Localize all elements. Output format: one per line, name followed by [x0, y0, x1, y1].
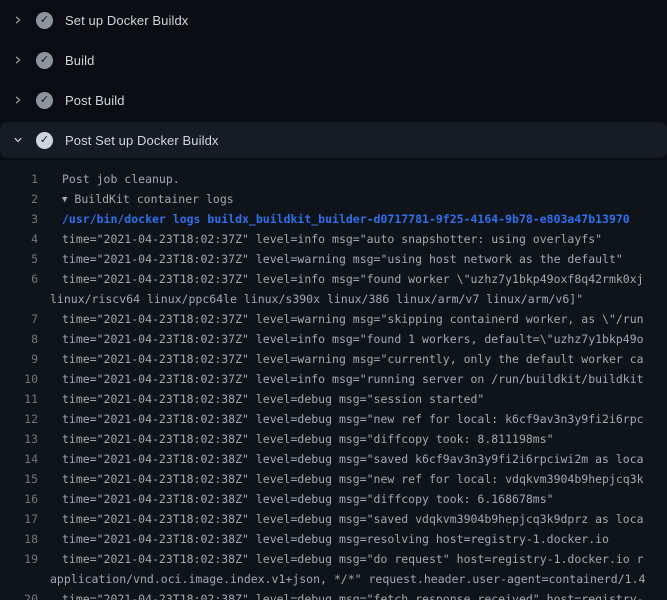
log-area: 1Post job cleanup.2 ▼ BuildKit container l…	[0, 160, 667, 600]
log-line-text: time="2021-04-23T18:02:38Z" level=debug …	[38, 389, 484, 409]
log-line-number[interactable]: 16	[0, 489, 38, 509]
log-line-number[interactable]: 17	[0, 509, 38, 529]
step-row-set-up-docker-buildx[interactable]: ✓ Set up Docker Buildx	[0, 0, 667, 40]
log-line-text: time="2021-04-23T18:02:37Z" level=info m…	[38, 329, 644, 349]
log-line-number[interactable]: 10	[0, 369, 38, 389]
log-line-number	[0, 569, 38, 589]
step-row-post-set-up-docker-buildx[interactable]: ✓ Post Set up Docker Buildx	[0, 122, 667, 158]
step-label: Post Set up Docker Buildx	[65, 133, 219, 148]
log-line-number[interactable]: 13	[0, 429, 38, 449]
log-row: 19time="2021-04-23T18:02:38Z" level=debu…	[0, 549, 667, 569]
workflow-log-viewer: ✓ Set up Docker Buildx ✓ Build ✓ Post Build ✓ P…	[0, 0, 667, 600]
log-row: 13time="2021-04-23T18:02:38Z" level=debu…	[0, 429, 667, 449]
log-line-text: time="2021-04-23T18:02:38Z" level=debug …	[38, 469, 644, 489]
group-title: BuildKit container logs	[74, 192, 233, 206]
log-row: 15time="2021-04-23T18:02:38Z" level=debu…	[0, 469, 667, 489]
log-line-text: time="2021-04-23T18:02:37Z" level=info m…	[38, 269, 644, 289]
log-line-number[interactable]: 20	[0, 589, 38, 600]
chevron-down-icon	[12, 134, 24, 146]
log-line-number[interactable]: 15	[0, 469, 38, 489]
log-line-number[interactable]: 9	[0, 349, 38, 369]
log-row: 9time="2021-04-23T18:02:37Z" level=warni…	[0, 349, 667, 369]
chevron-right-icon	[12, 14, 24, 26]
chevron-right-icon	[12, 94, 24, 106]
log-row: 5time="2021-04-23T18:02:37Z" level=warni…	[0, 249, 667, 269]
log-row: 17time="2021-04-23T18:02:38Z" level=debu…	[0, 509, 667, 529]
log-line-text: time="2021-04-23T18:02:37Z" level=info m…	[38, 369, 644, 389]
log-line-text: time="2021-04-23T18:02:38Z" level=debug …	[38, 489, 554, 509]
log-line-text: time="2021-04-23T18:02:37Z" level=warnin…	[38, 309, 644, 329]
log-row: 2 ▼ BuildKit container logs	[0, 189, 667, 209]
log-line-number[interactable]: 4	[0, 229, 38, 249]
log-line-number[interactable]: 14	[0, 449, 38, 469]
log-line-text: application/vnd.oci.image.index.v1+json,…	[38, 569, 645, 589]
log-row: 6time="2021-04-23T18:02:37Z" level=info …	[0, 269, 667, 289]
chevron-right-icon	[12, 54, 24, 66]
log-row: 8time="2021-04-23T18:02:37Z" level=info …	[0, 329, 667, 349]
log-line-text: time="2021-04-23T18:02:38Z" level=debug …	[38, 509, 644, 529]
log-line-text: Post job cleanup.	[38, 169, 180, 189]
log-line-number[interactable]: 2	[0, 189, 38, 209]
log-command-text: /usr/bin/docker logs buildx_buildkit_bui…	[38, 209, 630, 229]
log-line-number[interactable]: 1	[0, 169, 38, 189]
log-line-number[interactable]: 18	[0, 529, 38, 549]
log-line-text: time="2021-04-23T18:02:38Z" level=debug …	[38, 529, 609, 549]
log-line-text: linux/riscv64 linux/ppc64le linux/s390x …	[38, 289, 583, 309]
steps-list: ✓ Set up Docker Buildx ✓ Build ✓ Post Build ✓ P…	[0, 0, 667, 158]
step-row-post-build[interactable]: ✓ Post Build	[0, 80, 667, 120]
log-row: 10time="2021-04-23T18:02:37Z" level=info…	[0, 369, 667, 389]
log-row: 20time="2021-04-23T18:02:38Z" level=debu…	[0, 589, 667, 600]
log-line-number[interactable]: 19	[0, 549, 38, 569]
step-label: Build	[65, 53, 94, 68]
check-circle-icon: ✓	[36, 52, 53, 69]
log-row: 18time="2021-04-23T18:02:38Z" level=debu…	[0, 529, 667, 549]
log-row: application/vnd.oci.image.index.v1+json,…	[0, 569, 667, 589]
log-row: 1Post job cleanup.	[0, 169, 667, 189]
log-line-number[interactable]: 6	[0, 269, 38, 289]
step-label: Set up Docker Buildx	[65, 13, 188, 28]
log-line-text: time="2021-04-23T18:02:38Z" level=debug …	[38, 549, 644, 569]
log-line-number[interactable]: 12	[0, 409, 38, 429]
log-row: 11time="2021-04-23T18:02:38Z" level=debu…	[0, 389, 667, 409]
log-line-number[interactable]: 3	[0, 209, 38, 229]
log-line-number[interactable]: 5	[0, 249, 38, 269]
group-caret-icon[interactable]: ▼	[62, 190, 67, 209]
log-row: 14time="2021-04-23T18:02:38Z" level=debu…	[0, 449, 667, 469]
log-row: 4time="2021-04-23T18:02:37Z" level=info …	[0, 229, 667, 249]
check-circle-icon: ✓	[36, 92, 53, 109]
log-row: 3/usr/bin/docker logs buildx_buildkit_bu…	[0, 209, 667, 229]
check-circle-icon: ✓	[36, 132, 53, 149]
log-line-number[interactable]: 8	[0, 329, 38, 349]
log-line-text: ▼ BuildKit container logs	[38, 189, 234, 209]
log-row: 16time="2021-04-23T18:02:38Z" level=debu…	[0, 489, 667, 509]
check-circle-icon: ✓	[36, 12, 53, 29]
log-line-number[interactable]: 7	[0, 309, 38, 329]
log-line-text: time="2021-04-23T18:02:37Z" level=info m…	[38, 229, 602, 249]
log-row: 7time="2021-04-23T18:02:37Z" level=warni…	[0, 309, 667, 329]
log-line-number	[0, 289, 38, 309]
log-line-text: time="2021-04-23T18:02:37Z" level=warnin…	[38, 349, 644, 369]
log-line-text: time="2021-04-23T18:02:37Z" level=warnin…	[38, 249, 623, 269]
log-row: linux/riscv64 linux/ppc64le linux/s390x …	[0, 289, 667, 309]
log-line-number[interactable]: 11	[0, 389, 38, 409]
step-row-build[interactable]: ✓ Build	[0, 40, 667, 80]
step-label: Post Build	[65, 93, 125, 108]
log-line-text: time="2021-04-23T18:02:38Z" level=debug …	[38, 429, 554, 449]
log-line-text: time="2021-04-23T18:02:38Z" level=debug …	[38, 409, 644, 429]
log-row: 12time="2021-04-23T18:02:38Z" level=debu…	[0, 409, 667, 429]
log-line-text: time="2021-04-23T18:02:38Z" level=debug …	[38, 449, 644, 469]
log-line-text: time="2021-04-23T18:02:38Z" level=debug …	[38, 589, 644, 600]
